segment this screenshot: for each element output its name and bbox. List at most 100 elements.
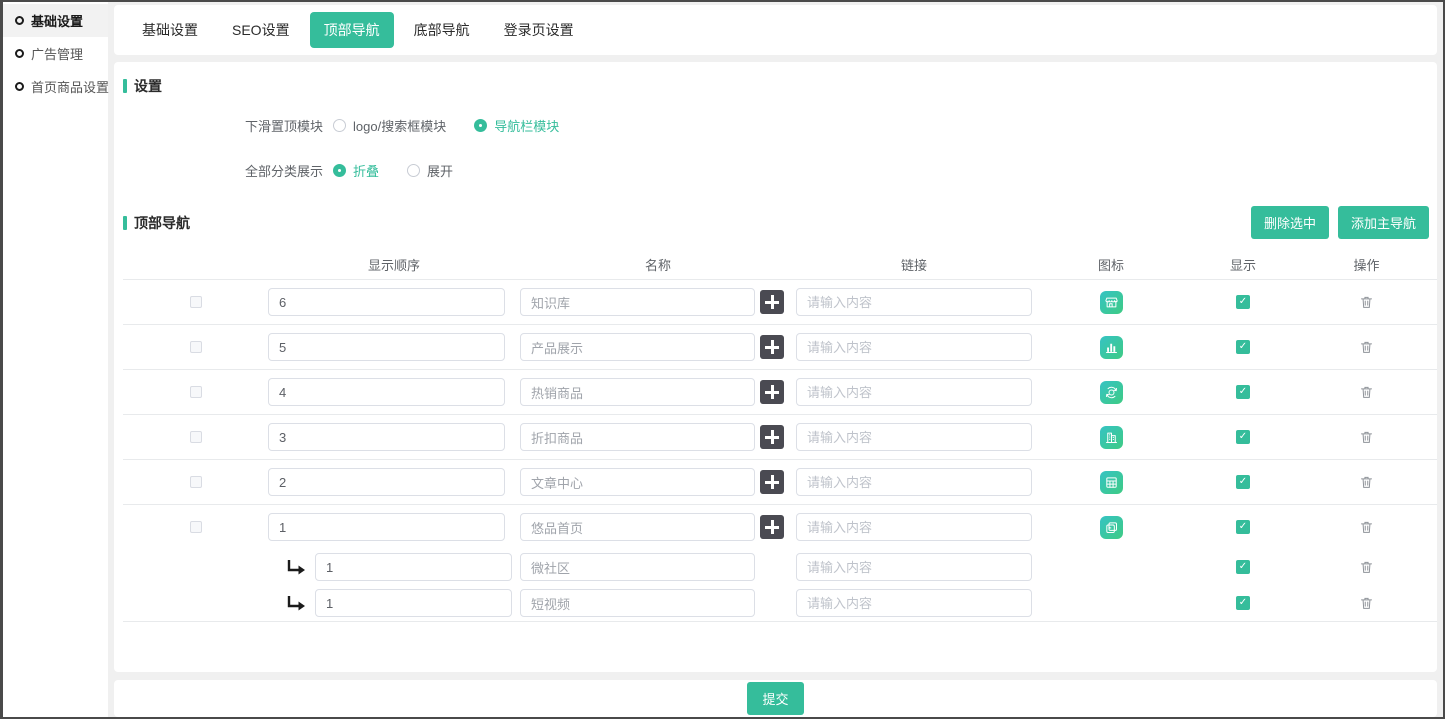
header-name: 名称 xyxy=(541,255,776,274)
name-input[interactable] xyxy=(520,288,755,316)
radio-option[interactable]: 折叠 xyxy=(333,161,379,180)
delete-selected-button[interactable]: 删除选中 xyxy=(1251,206,1329,239)
globe-refresh-icon[interactable] xyxy=(1100,381,1123,404)
add-child-button[interactable] xyxy=(760,515,784,539)
order-input[interactable] xyxy=(268,468,505,496)
order-input[interactable] xyxy=(315,553,512,581)
name-input[interactable] xyxy=(520,513,755,541)
show-checkbox[interactable]: ✓ xyxy=(1236,560,1250,574)
green-bar-icon xyxy=(123,216,127,230)
trash-icon[interactable] xyxy=(1359,429,1374,445)
add-main-nav-button[interactable]: 添加主导航 xyxy=(1338,206,1429,239)
child-arrow-icon xyxy=(286,559,306,576)
trash-icon[interactable] xyxy=(1359,339,1374,355)
nav-main-row: ✓ xyxy=(123,280,1437,324)
show-checkbox[interactable]: ✓ xyxy=(1236,430,1250,444)
row-select-checkbox[interactable] xyxy=(190,476,202,488)
link-input[interactable] xyxy=(796,288,1032,316)
sidebar-item[interactable]: 首页商品设置 xyxy=(3,70,108,103)
nav-row-group: ✓ xyxy=(123,324,1437,369)
tab-bar: 基础设置SEO设置顶部导航底部导航登录页设置 xyxy=(114,5,1437,55)
show-checkbox[interactable]: ✓ xyxy=(1236,475,1250,489)
row-select-checkbox[interactable] xyxy=(190,386,202,398)
order-input[interactable] xyxy=(268,333,505,361)
link-input[interactable] xyxy=(796,378,1032,406)
calculator-icon[interactable] xyxy=(1100,471,1123,494)
name-input[interactable] xyxy=(520,423,755,451)
show-checkbox[interactable]: ✓ xyxy=(1236,520,1250,534)
radio-label: 导航栏模块 xyxy=(494,116,559,135)
radio-option[interactable]: 展开 xyxy=(407,161,453,180)
row-select-checkbox[interactable] xyxy=(190,431,202,443)
order-input[interactable] xyxy=(268,513,505,541)
radio-option[interactable]: 导航栏模块 xyxy=(474,116,559,135)
table-header-row: 显示顺序 名称 链接 图标 显示 操作 xyxy=(123,249,1437,279)
tab[interactable]: 底部导航 xyxy=(400,12,484,48)
link-input[interactable] xyxy=(796,333,1032,361)
radio-circle-icon xyxy=(15,49,24,58)
link-input[interactable] xyxy=(796,553,1032,581)
nav-main-row: ✓ xyxy=(123,415,1437,459)
link-input[interactable] xyxy=(796,423,1032,451)
link-input[interactable] xyxy=(796,468,1032,496)
link-input[interactable] xyxy=(796,589,1032,617)
radio-label: 展开 xyxy=(427,161,453,180)
order-input[interactable] xyxy=(268,378,505,406)
sidebar-item-label: 基础设置 xyxy=(31,11,83,30)
content-panel: 设置 下滑置顶模块 logo/搜索框模块 导航栏模块 全部分类展示 折叠 xyxy=(114,62,1437,672)
trash-icon[interactable] xyxy=(1359,294,1374,310)
nav-main-row: ✓ xyxy=(123,505,1437,549)
add-child-button[interactable] xyxy=(760,335,784,359)
link-input[interactable] xyxy=(796,513,1032,541)
tab[interactable]: 基础设置 xyxy=(128,12,212,48)
add-child-button[interactable] xyxy=(760,470,784,494)
trash-icon[interactable] xyxy=(1359,595,1374,611)
radio-circle-icon xyxy=(15,16,24,25)
tab[interactable]: 顶部导航 xyxy=(310,12,394,48)
storefront-icon[interactable] xyxy=(1100,291,1123,314)
show-checkbox[interactable]: ✓ xyxy=(1236,596,1250,610)
trash-icon[interactable] xyxy=(1359,474,1374,490)
nav-row-group: ✓ xyxy=(123,279,1437,324)
add-child-button[interactable] xyxy=(760,425,784,449)
name-input[interactable] xyxy=(520,553,755,581)
show-checkbox[interactable]: ✓ xyxy=(1236,385,1250,399)
add-child-button[interactable] xyxy=(760,380,784,404)
order-input[interactable] xyxy=(268,288,505,316)
nav-main-row: ✓ xyxy=(123,325,1437,369)
sidebar-item[interactable]: 广告管理 xyxy=(3,37,108,70)
order-input[interactable] xyxy=(268,423,505,451)
order-input[interactable] xyxy=(315,589,512,617)
name-input[interactable] xyxy=(520,468,755,496)
tab[interactable]: SEO设置 xyxy=(218,12,304,48)
header-op: 操作 xyxy=(1353,255,1379,274)
trash-icon[interactable] xyxy=(1359,519,1374,535)
bar-chart-icon[interactable] xyxy=(1100,336,1123,359)
submit-button[interactable]: 提交 xyxy=(747,682,803,715)
sidebar-item[interactable]: 基础设置 xyxy=(3,4,108,37)
trash-icon[interactable] xyxy=(1359,559,1374,575)
name-input[interactable] xyxy=(520,333,755,361)
name-input[interactable] xyxy=(520,589,755,617)
top-nav-section-title: 顶部导航 xyxy=(123,213,190,233)
radio-label: 折叠 xyxy=(353,161,379,180)
tab[interactable]: 登录页设置 xyxy=(490,12,588,48)
nav-main-row: ✓ xyxy=(123,370,1437,414)
radio-option[interactable]: logo/搜索框模块 xyxy=(333,116,446,135)
name-input[interactable] xyxy=(520,378,755,406)
app-window: 基础设置 广告管理 首页商品设置 基础设置SEO设置顶部导航底部导航登录页设置 … xyxy=(0,0,1445,719)
row-select-checkbox[interactable] xyxy=(190,521,202,533)
footer-bar: 提交 xyxy=(114,680,1437,717)
show-checkbox[interactable]: ✓ xyxy=(1236,340,1250,354)
nav-row-group: ✓ xyxy=(123,414,1437,459)
sidebar-item-label: 首页商品设置 xyxy=(31,77,109,96)
building-icon[interactable] xyxy=(1100,426,1123,449)
add-child-button[interactable] xyxy=(760,290,784,314)
row-select-checkbox[interactable] xyxy=(190,296,202,308)
trash-icon[interactable] xyxy=(1359,384,1374,400)
pages-icon[interactable] xyxy=(1100,516,1123,539)
header-show: 显示 xyxy=(1230,255,1256,274)
nav-sub-row: ✓ xyxy=(123,585,1437,621)
show-checkbox[interactable]: ✓ xyxy=(1236,295,1250,309)
row-select-checkbox[interactable] xyxy=(190,341,202,353)
